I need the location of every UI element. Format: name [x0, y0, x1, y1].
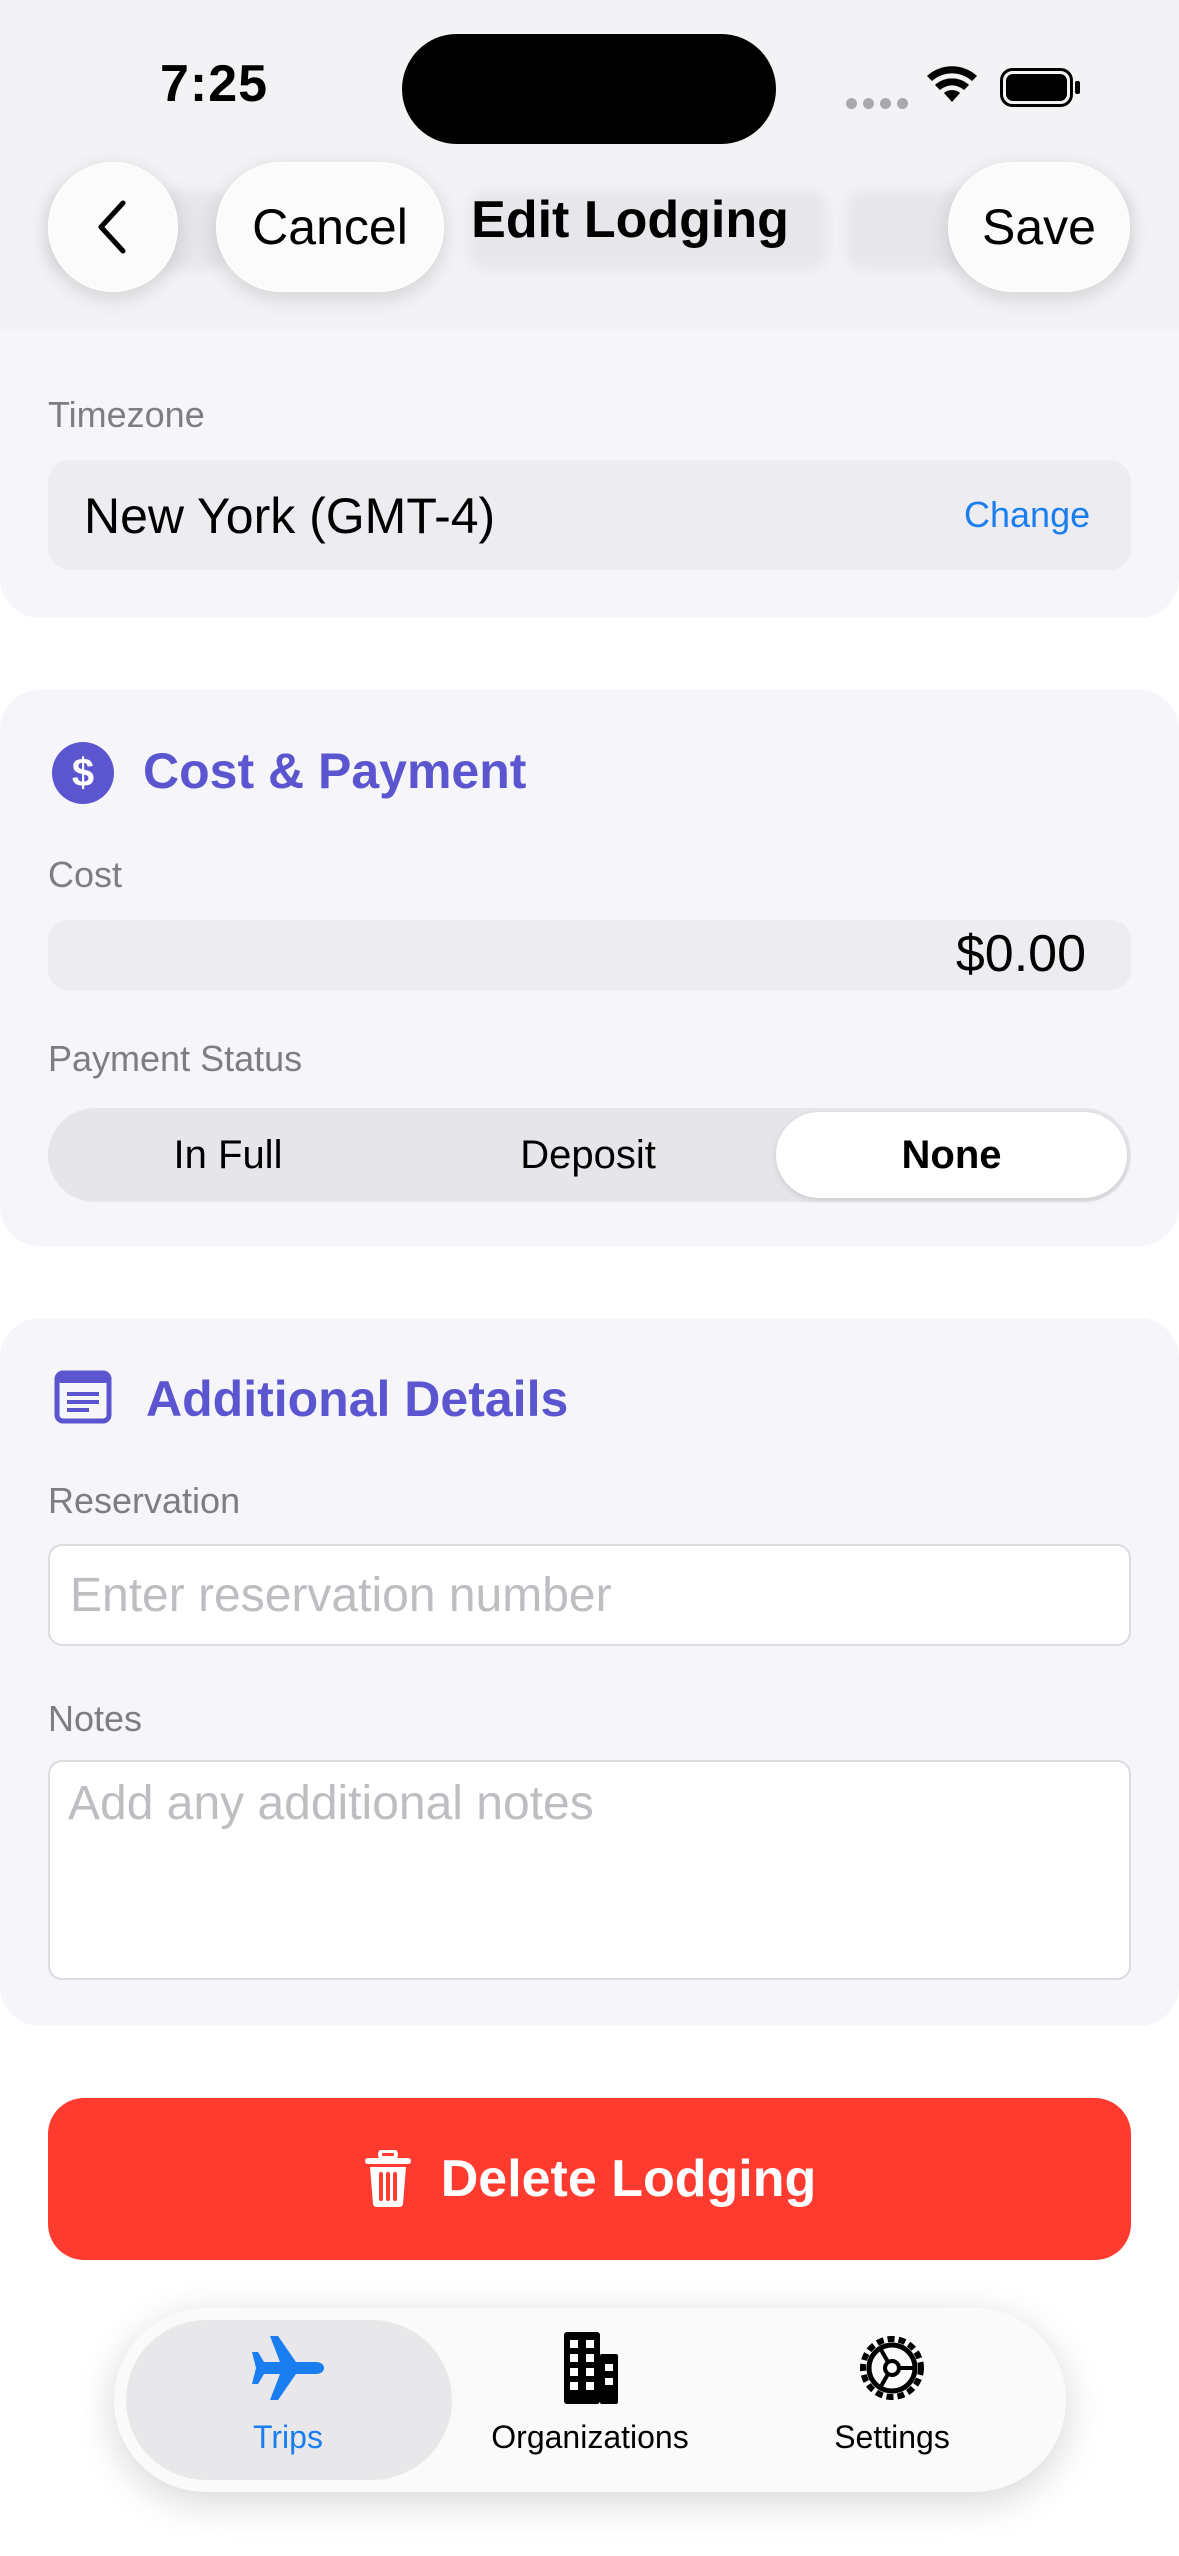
- airplane-icon: [252, 2336, 324, 2400]
- payment-status-label: Payment Status: [48, 1038, 303, 1079]
- cost-payment-title: Cost & Payment: [143, 743, 527, 799]
- timezone-label: Timezone: [48, 394, 205, 435]
- tab-trips-label: Trips: [253, 2419, 323, 2455]
- additional-details-title: Additional Details: [146, 1371, 569, 1427]
- notes-label: Notes: [48, 1698, 143, 1739]
- delete-lodging-button[interactable]: Delete Lodging: [48, 2098, 1131, 2260]
- tab-organizations[interactable]: Organizations: [440, 2330, 740, 2456]
- dynamic-island: [402, 34, 776, 144]
- battery-icon: [1000, 68, 1080, 107]
- notes-placeholder: Add any additional notes: [68, 1777, 594, 1830]
- back-button[interactable]: [48, 162, 178, 292]
- reservation-placeholder: Enter reservation number: [70, 1569, 612, 1622]
- save-button[interactable]: Save: [948, 162, 1130, 292]
- gear-icon: [860, 2336, 924, 2400]
- timezone-change-button[interactable]: Change: [964, 494, 1090, 536]
- dollar-circle-icon: $: [52, 742, 114, 804]
- cellular-signal-icon: [846, 96, 914, 114]
- building-icon: [564, 2332, 618, 2404]
- delete-lodging-label: Delete Lodging: [440, 2150, 817, 2208]
- trash-icon: [364, 2150, 411, 2208]
- cancel-button[interactable]: Cancel: [216, 162, 444, 292]
- document-icon: [54, 1370, 112, 1424]
- status-time: 7:25: [160, 55, 269, 113]
- page-title: Edit Lodging: [471, 191, 789, 249]
- chevron-left-icon: [98, 200, 126, 254]
- reservation-label: Reservation: [48, 1480, 241, 1521]
- tab-settings[interactable]: Settings: [742, 2330, 1042, 2456]
- cost-label: Cost: [48, 854, 123, 895]
- wifi-icon: [927, 66, 977, 102]
- tab-settings-label: Settings: [834, 2419, 950, 2455]
- reservation-input[interactable]: Enter reservation number: [48, 1544, 1131, 1646]
- timezone-value: New York (GMT-4): [84, 488, 496, 544]
- notes-textarea[interactable]: Add any additional notes: [48, 1760, 1131, 1980]
- segment-deposit[interactable]: Deposit: [408, 1108, 768, 1202]
- tab-organizations-label: Organizations: [491, 2419, 689, 2455]
- payment-status-segmented-control[interactable]: In Full Deposit None: [48, 1108, 1131, 1202]
- segment-none[interactable]: None: [776, 1112, 1127, 1198]
- tab-trips[interactable]: Trips: [138, 2330, 438, 2456]
- segment-in-full[interactable]: In Full: [48, 1108, 408, 1202]
- cost-value: $0.00: [955, 925, 1086, 983]
